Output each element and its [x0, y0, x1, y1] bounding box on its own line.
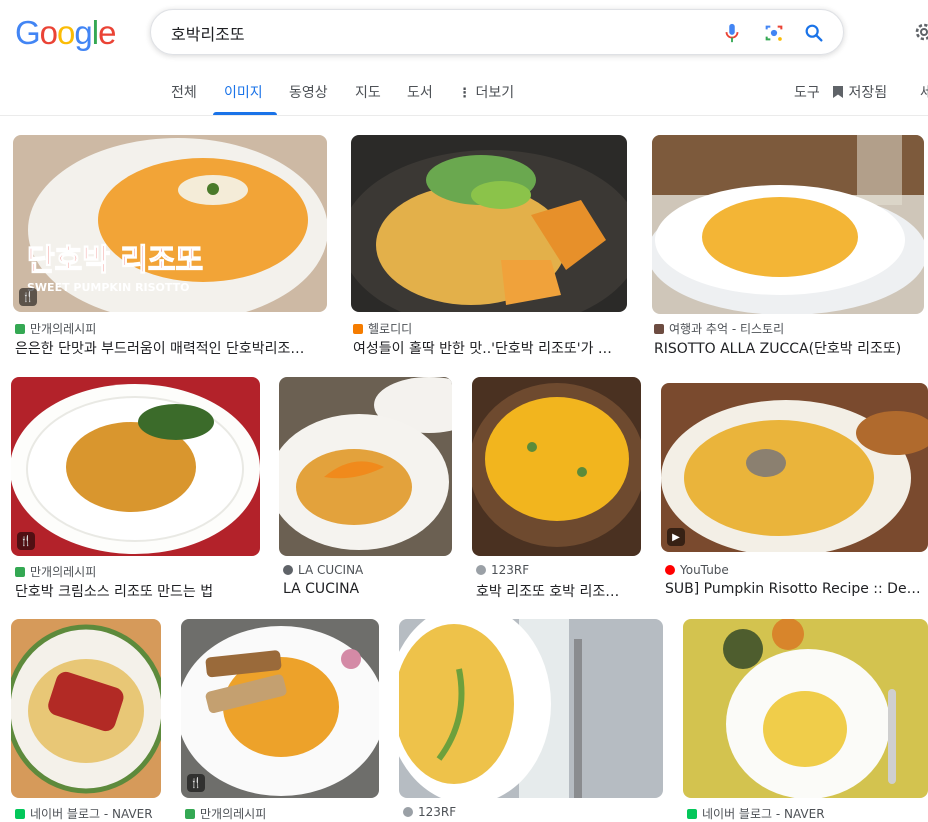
tab-books[interactable]: 도서	[407, 82, 433, 102]
result-image[interactable]: 🍴	[11, 377, 260, 556]
search-input[interactable]	[171, 20, 701, 46]
result-title[interactable]: 호박 리조또 호박 리조…	[476, 581, 641, 601]
favicon-icon	[654, 323, 664, 334]
result-source[interactable]: YouTube	[665, 563, 729, 577]
result-source[interactable]: 여행과 추억 - 티스토리	[654, 320, 784, 337]
result-image[interactable]	[351, 135, 627, 312]
result-image[interactable]: ▶	[661, 383, 928, 552]
favicon-icon	[15, 323, 25, 334]
result-source[interactable]: LA CUCINA	[283, 563, 363, 577]
result-image[interactable]	[399, 619, 663, 798]
favicon-icon	[476, 565, 486, 575]
settings-gear-icon[interactable]	[912, 20, 928, 44]
recipe-badge-icon: 🍴	[187, 774, 205, 792]
result-title[interactable]: LA CUCINA	[283, 581, 452, 597]
globe-icon	[283, 565, 293, 575]
result-source[interactable]: 123RF	[403, 805, 456, 819]
search-box[interactable]	[150, 9, 844, 55]
result-title[interactable]: 여성들이 홀딱 반한 맛..'단호박 리조또'가 …	[353, 338, 629, 358]
recipe-badge-icon: 🍴	[17, 532, 35, 550]
saved-label: 저장됨	[848, 85, 888, 101]
result-image[interactable]	[652, 135, 924, 314]
tab-maps[interactable]: 지도	[355, 82, 381, 102]
tab-videos[interactable]: 동영상	[289, 82, 328, 102]
more-vert-icon: ⋮	[458, 86, 471, 101]
favicon-icon	[353, 323, 363, 334]
bookmark-icon	[833, 86, 843, 98]
tab-more[interactable]: ⋮ 더보기	[458, 82, 514, 102]
search-tabs: 전체 이미지 동영상 지도 도서 ⋮ 더보기 도구 저장됨 세	[0, 70, 928, 116]
result-image[interactable]: 🍴	[181, 619, 379, 798]
result-image[interactable]	[279, 377, 452, 556]
result-title[interactable]: SUB] Pumpkin Risotto Recipe :: Delicio…	[665, 581, 924, 597]
favicon-icon	[15, 566, 25, 577]
result-source[interactable]: 123RF	[476, 563, 529, 577]
safesearch-button[interactable]: 세	[920, 82, 928, 102]
result-title[interactable]: 은은한 단맛과 부드러움이 매력적인 단호박리조…	[15, 338, 327, 358]
video-play-icon: ▶	[667, 528, 685, 546]
tab-all[interactable]: 전체	[171, 82, 197, 102]
microphone-icon[interactable]	[721, 22, 743, 44]
result-source[interactable]: 헬로디디	[353, 320, 412, 337]
search-icon[interactable]	[803, 22, 825, 44]
header: Google 전체 이미지 동영상 지도 도서 ⋮ 더	[0, 0, 928, 116]
tab-more-label: 더보기	[475, 85, 515, 101]
result-source[interactable]: 만개의레시피	[15, 563, 96, 580]
result-image[interactable]: 단호박 리조또 SWEET PUMPKIN RISOTTO 🍴	[13, 135, 327, 312]
favicon-icon	[403, 807, 413, 817]
result-image[interactable]	[11, 619, 161, 798]
result-image[interactable]	[472, 377, 641, 556]
youtube-icon	[665, 565, 675, 575]
result-title[interactable]: RISOTTO ALLA ZUCCA(단호박 리조또)	[654, 338, 926, 358]
camera-lens-icon[interactable]	[763, 22, 785, 44]
google-logo[interactable]: Google	[15, 14, 116, 52]
saved-button[interactable]: 저장됨	[832, 82, 887, 102]
tools-button[interactable]: 도구	[794, 82, 820, 102]
recipe-badge-icon: 🍴	[19, 288, 37, 306]
result-title[interactable]: 단호박 크림소스 리조또 만드는 법	[15, 581, 260, 601]
overlay-subtitle: SWEET PUMPKIN RISOTTO	[27, 281, 190, 294]
overlay-title: 단호박 리조또	[27, 243, 203, 278]
result-source[interactable]: 만개의레시피	[15, 320, 96, 337]
tab-images[interactable]: 이미지	[224, 82, 263, 102]
result-image[interactable]	[683, 619, 928, 798]
active-tab-indicator	[213, 112, 277, 115]
